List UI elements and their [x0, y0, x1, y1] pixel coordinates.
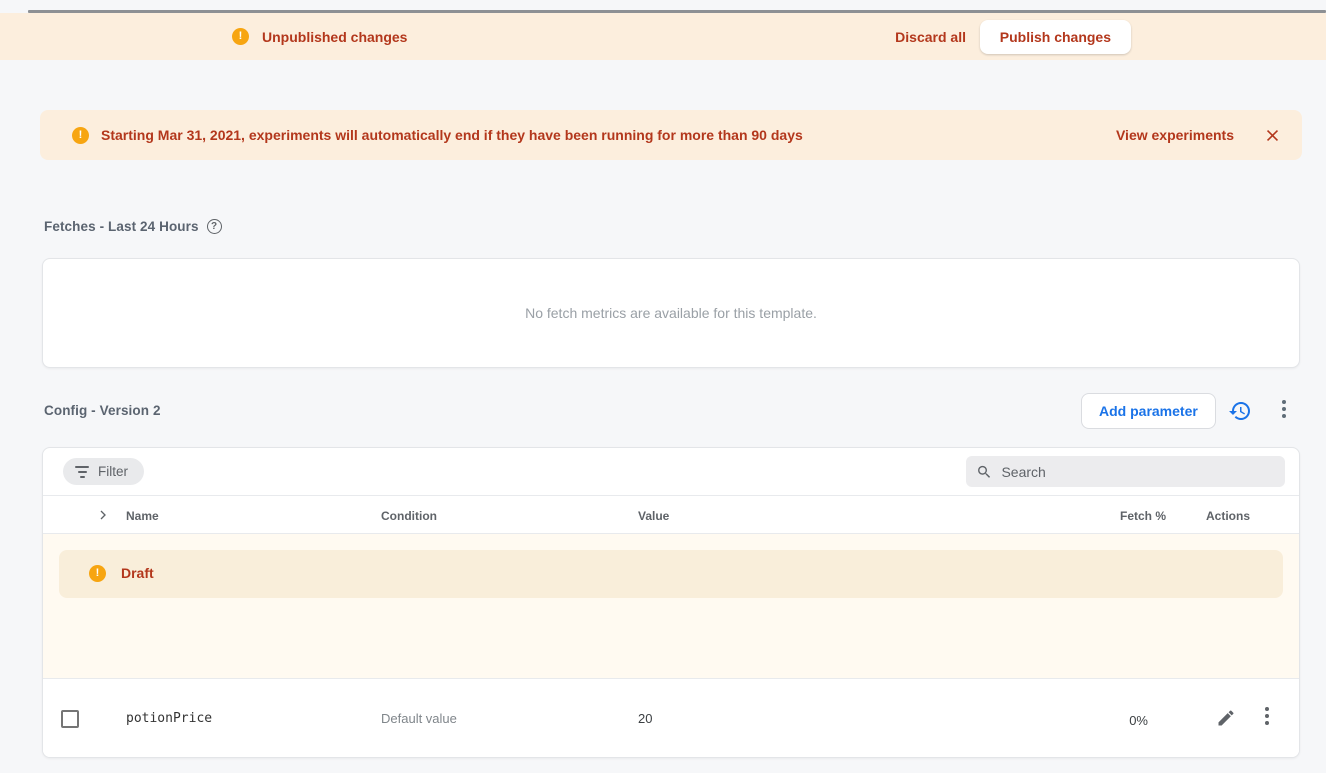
search-input[interactable] — [1001, 464, 1275, 480]
filter-icon — [75, 466, 89, 478]
row-overflow-menu-icon[interactable] — [1257, 707, 1277, 729]
search-box — [966, 456, 1285, 487]
config-title-label: Config - Version 2 — [44, 403, 161, 418]
header-actions: Actions — [1206, 509, 1250, 523]
fetches-title-label: Fetches - Last 24 Hours — [44, 219, 199, 234]
parameters-table-card: Filter Name Condition Value Fetch % Acti… — [42, 447, 1300, 758]
unpublished-status: ! Unpublished changes — [232, 13, 407, 60]
header-name: Name — [126, 509, 159, 523]
header-value: Value — [638, 509, 669, 523]
notice-message-group: ! Starting Mar 31, 2021, experiments wil… — [72, 110, 803, 160]
config-overflow-menu-icon[interactable] — [1274, 400, 1294, 422]
header-condition: Condition — [381, 509, 437, 523]
fetch-metrics-card: No fetch metrics are available for this … — [42, 258, 1300, 368]
draft-section: ! Draft moneyIncrease Default value 5 — [43, 534, 1299, 678]
fetches-section-title: Fetches - Last 24 Hours ? — [44, 219, 222, 234]
experiments-notice-banner: ! Starting Mar 31, 2021, experiments wil… — [40, 110, 1302, 160]
filter-button[interactable]: Filter — [63, 458, 144, 485]
table-row: potionPrice Default value 20 0% — [43, 678, 1299, 758]
alert-icon: ! — [232, 28, 249, 45]
table-toolbar: Filter — [43, 448, 1299, 495]
fetch-metrics-empty-message: No fetch metrics are available for this … — [525, 305, 817, 321]
close-icon[interactable] — [1262, 125, 1282, 145]
row-checkbox[interactable] — [61, 710, 79, 728]
view-experiments-link[interactable]: View experiments — [1116, 110, 1234, 160]
discard-all-button[interactable]: Discard all — [895, 13, 966, 60]
filter-label: Filter — [98, 464, 128, 479]
draft-banner: ! Draft — [59, 550, 1283, 598]
table-header-row: Name Condition Value Fetch % Actions — [43, 495, 1299, 534]
parameter-value: 20 — [638, 711, 652, 726]
config-section-title: Config - Version 2 — [44, 403, 161, 418]
edit-icon[interactable] — [1216, 708, 1236, 728]
search-icon — [976, 463, 992, 481]
alert-icon: ! — [72, 127, 89, 144]
help-icon[interactable]: ? — [207, 219, 222, 234]
version-history-icon[interactable] — [1228, 399, 1252, 423]
parameter-fetch-percent: 0% — [1063, 713, 1148, 728]
expand-all-chevron-icon[interactable] — [95, 507, 111, 523]
unpublished-changes-banner: ! Unpublished changes Discard all Publis… — [0, 13, 1326, 60]
alert-icon: ! — [89, 565, 106, 582]
publish-changes-button[interactable]: Publish changes — [980, 20, 1131, 54]
parameter-condition: Default value — [381, 711, 457, 726]
header-fetch-percent: Fetch % — [1063, 509, 1166, 523]
notice-message: Starting Mar 31, 2021, experiments will … — [101, 127, 803, 143]
add-parameter-button[interactable]: Add parameter — [1081, 393, 1216, 429]
draft-label: Draft — [121, 565, 154, 581]
parameter-name: potionPrice — [126, 711, 212, 726]
unpublished-status-label: Unpublished changes — [262, 29, 407, 45]
